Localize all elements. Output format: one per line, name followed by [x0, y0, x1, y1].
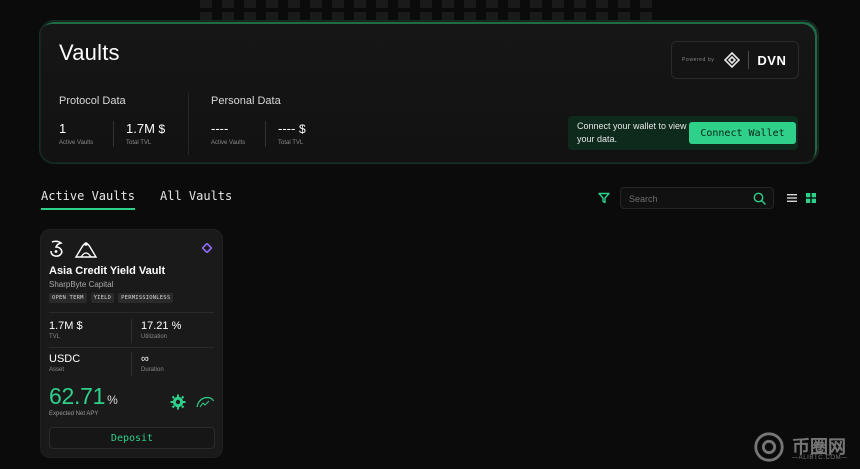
tag-open-term: OPEN TERM — [49, 293, 87, 303]
vault-tvl-metric: 1.7M $ TVL — [49, 320, 83, 340]
protocol-active-vaults-stat: 1 Active Vaults — [59, 121, 93, 146]
vault-curator-logo-icon — [50, 240, 63, 257]
search-box — [620, 187, 774, 209]
diamond-icon — [202, 243, 212, 253]
powered-divider — [748, 51, 750, 69]
metric-divider — [131, 319, 132, 343]
vault-duration-metric: ∞ Duration — [141, 353, 164, 373]
deposit-button[interactable]: Deposit — [49, 427, 215, 449]
vaults-hero-panel: Vaults Powered by DVN Protocol Data Pers… — [40, 21, 818, 163]
stat-divider — [113, 121, 114, 147]
watermark-logo-icon — [754, 432, 784, 462]
vault-apy-value: 62.71 — [49, 383, 106, 409]
personal-total-tvl-stat: ---- $ Total TVL — [278, 121, 306, 146]
vault-utilization-value: 17.21 % — [141, 320, 182, 332]
vault-duration-value: ∞ — [141, 353, 149, 365]
vault-duration-label: Duration — [141, 367, 164, 373]
dvn-logo-icon — [724, 52, 741, 68]
filter-icon[interactable] — [598, 192, 610, 204]
search-input[interactable] — [629, 191, 749, 206]
protocol-tvl-number: 1.7M — [126, 121, 155, 136]
vault-tvl-label: TVL — [49, 334, 61, 340]
connect-wallet-text: Connect your wallet to view your data. — [577, 121, 687, 144]
personal-data-heading: Personal Data — [211, 95, 281, 107]
card-divider — [49, 312, 214, 313]
gear-icon[interactable] — [170, 394, 186, 410]
page-title: Vaults — [59, 40, 120, 65]
protocol-active-vaults-label: Active Vaults — [59, 140, 94, 146]
tab-active-vaults[interactable]: Active Vaults — [41, 189, 135, 210]
personal-active-vaults-label: Active Vaults — [211, 140, 246, 146]
vault-utilization-label: Utilization — [141, 334, 168, 340]
powered-by-label: Powered by — [682, 57, 715, 63]
personal-tvl-unit: $ — [298, 122, 306, 136]
protocol-total-tvl-stat: 1.7M $ Total TVL — [126, 121, 165, 146]
list-view-icon[interactable] — [787, 193, 797, 203]
vault-apy: 62.71% Expected Net APY — [49, 383, 118, 417]
vault-title: Asia Credit Yield Vault — [49, 265, 166, 277]
stat-divider — [265, 121, 266, 147]
vault-tvl-value: 1.7M $ — [49, 320, 83, 332]
protocol-tvl-unit: $ — [158, 122, 166, 136]
vault-asset-metric: USDC Asset — [49, 353, 80, 373]
tag-yield: YIELD — [90, 293, 115, 303]
protocol-total-tvl-value: 1.7M $ — [126, 121, 165, 136]
vault-asset-value: USDC — [49, 353, 81, 365]
apy-gauge-icon[interactable] — [195, 395, 215, 409]
protocol-active-vaults-value: 1 — [59, 121, 67, 136]
tag-permissionless: PERMISSIONLESS — [118, 293, 174, 303]
vault-card[interactable]: Asia Credit Yield Vault SharpByte Capita… — [40, 229, 223, 458]
vault-apy-unit: % — [107, 393, 118, 407]
vault-manager: SharpByte Capital — [49, 280, 114, 289]
header-pixel-art — [200, 0, 660, 20]
site-watermark: 币圈网 —ALIBTC.COM— — [752, 428, 856, 466]
metric-divider — [131, 352, 132, 376]
watermark-subtext: —ALIBTC.COM— — [792, 455, 848, 461]
vault-tags: OPEN TERM YIELD PERMISSIONLESS — [49, 293, 174, 303]
protocol-data-heading: Protocol Data — [59, 95, 126, 107]
personal-active-vaults-value: ---- — [211, 121, 229, 136]
search-icon[interactable] — [753, 192, 766, 205]
personal-active-vaults-stat: ---- Active Vaults — [211, 121, 245, 146]
vault-utilization-metric: 17.21 % Utilization — [141, 320, 181, 340]
protocol-total-tvl-label: Total TVL — [126, 140, 152, 146]
personal-total-tvl-value: ---- $ — [278, 121, 306, 136]
powered-by-badge[interactable]: Powered by DVN — [671, 41, 799, 79]
connect-wallet-prompt: Connect your wallet to view your data. C… — [568, 116, 798, 150]
section-divider — [188, 93, 189, 155]
vault-asset-label: Asset — [49, 367, 65, 373]
personal-total-tvl-label: Total TVL — [278, 140, 304, 146]
vault-manager-logo-icon — [74, 242, 98, 258]
tab-all-vaults[interactable]: All Vaults — [160, 189, 232, 208]
grid-view-icon[interactable] — [806, 193, 816, 203]
card-divider — [49, 347, 214, 348]
personal-tvl-number: ---- — [278, 121, 296, 136]
vault-apy-label: Expected Net APY — [49, 411, 99, 417]
brand-name: DVN — [757, 52, 787, 68]
connect-wallet-button[interactable]: Connect Wallet — [689, 122, 796, 144]
